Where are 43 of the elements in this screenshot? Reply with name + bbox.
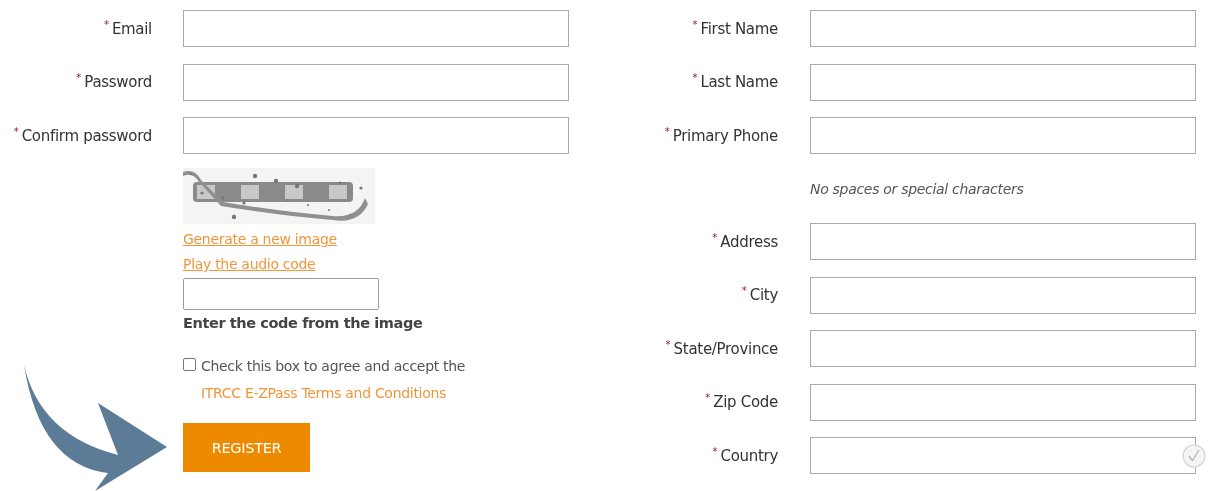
field-label: Confirm password	[21, 126, 152, 145]
field-label: State/Province	[673, 339, 778, 358]
required-mark: *	[665, 339, 671, 350]
terms-link[interactable]: ITRCC E-ZPass Terms and Conditions	[201, 385, 446, 401]
required-mark: *	[13, 126, 19, 137]
required-mark: *	[692, 73, 698, 83]
checkmark-icon	[1182, 444, 1206, 468]
checkbox[interactable]	[183, 358, 196, 371]
hint-text: No spaces or special characters	[810, 180, 1025, 197]
input-field[interactable]	[183, 10, 569, 47]
field-label: Zip Code	[713, 393, 778, 411]
field-label: Last Name	[700, 73, 778, 91]
input-field[interactable]	[183, 63, 569, 101]
required-mark: *	[712, 446, 718, 457]
input-field[interactable]	[810, 437, 1196, 474]
required-mark: *	[741, 286, 747, 296]
field-label: Primary Phone	[672, 126, 778, 145]
required-mark: *	[103, 19, 109, 30]
captcha-input-field[interactable]	[183, 278, 379, 310]
required-mark: *	[664, 126, 670, 137]
input-field[interactable]	[810, 383, 1196, 421]
required-mark: *	[705, 393, 711, 403]
captcha-hint: Enter the code from the image	[183, 315, 423, 331]
field-label: City	[749, 286, 778, 304]
agreement-text: Check this box to agree and accept the ITRCC E-ZPass Terms and Conditions	[201, 357, 467, 403]
link[interactable]: Play the audio code	[183, 254, 316, 274]
input-field[interactable]	[183, 117, 569, 154]
input-field[interactable]	[810, 117, 1196, 154]
input-field[interactable]	[810, 330, 1196, 367]
field-label: Email	[111, 19, 152, 38]
input-field[interactable]	[810, 276, 1196, 314]
required-mark: *	[712, 232, 718, 243]
required-mark: *	[76, 73, 82, 83]
input-field[interactable]	[810, 10, 1196, 47]
input-field[interactable]	[810, 63, 1196, 101]
field-label: First Name	[700, 19, 778, 38]
field-label: Password	[84, 73, 152, 91]
register-button[interactable]: REGISTER	[183, 423, 310, 472]
required-mark: *	[692, 19, 698, 30]
link[interactable]: Generate a new image	[183, 229, 337, 249]
field-label: Address	[720, 232, 778, 251]
field-label: Country	[720, 446, 778, 465]
input-field[interactable]	[810, 223, 1196, 260]
